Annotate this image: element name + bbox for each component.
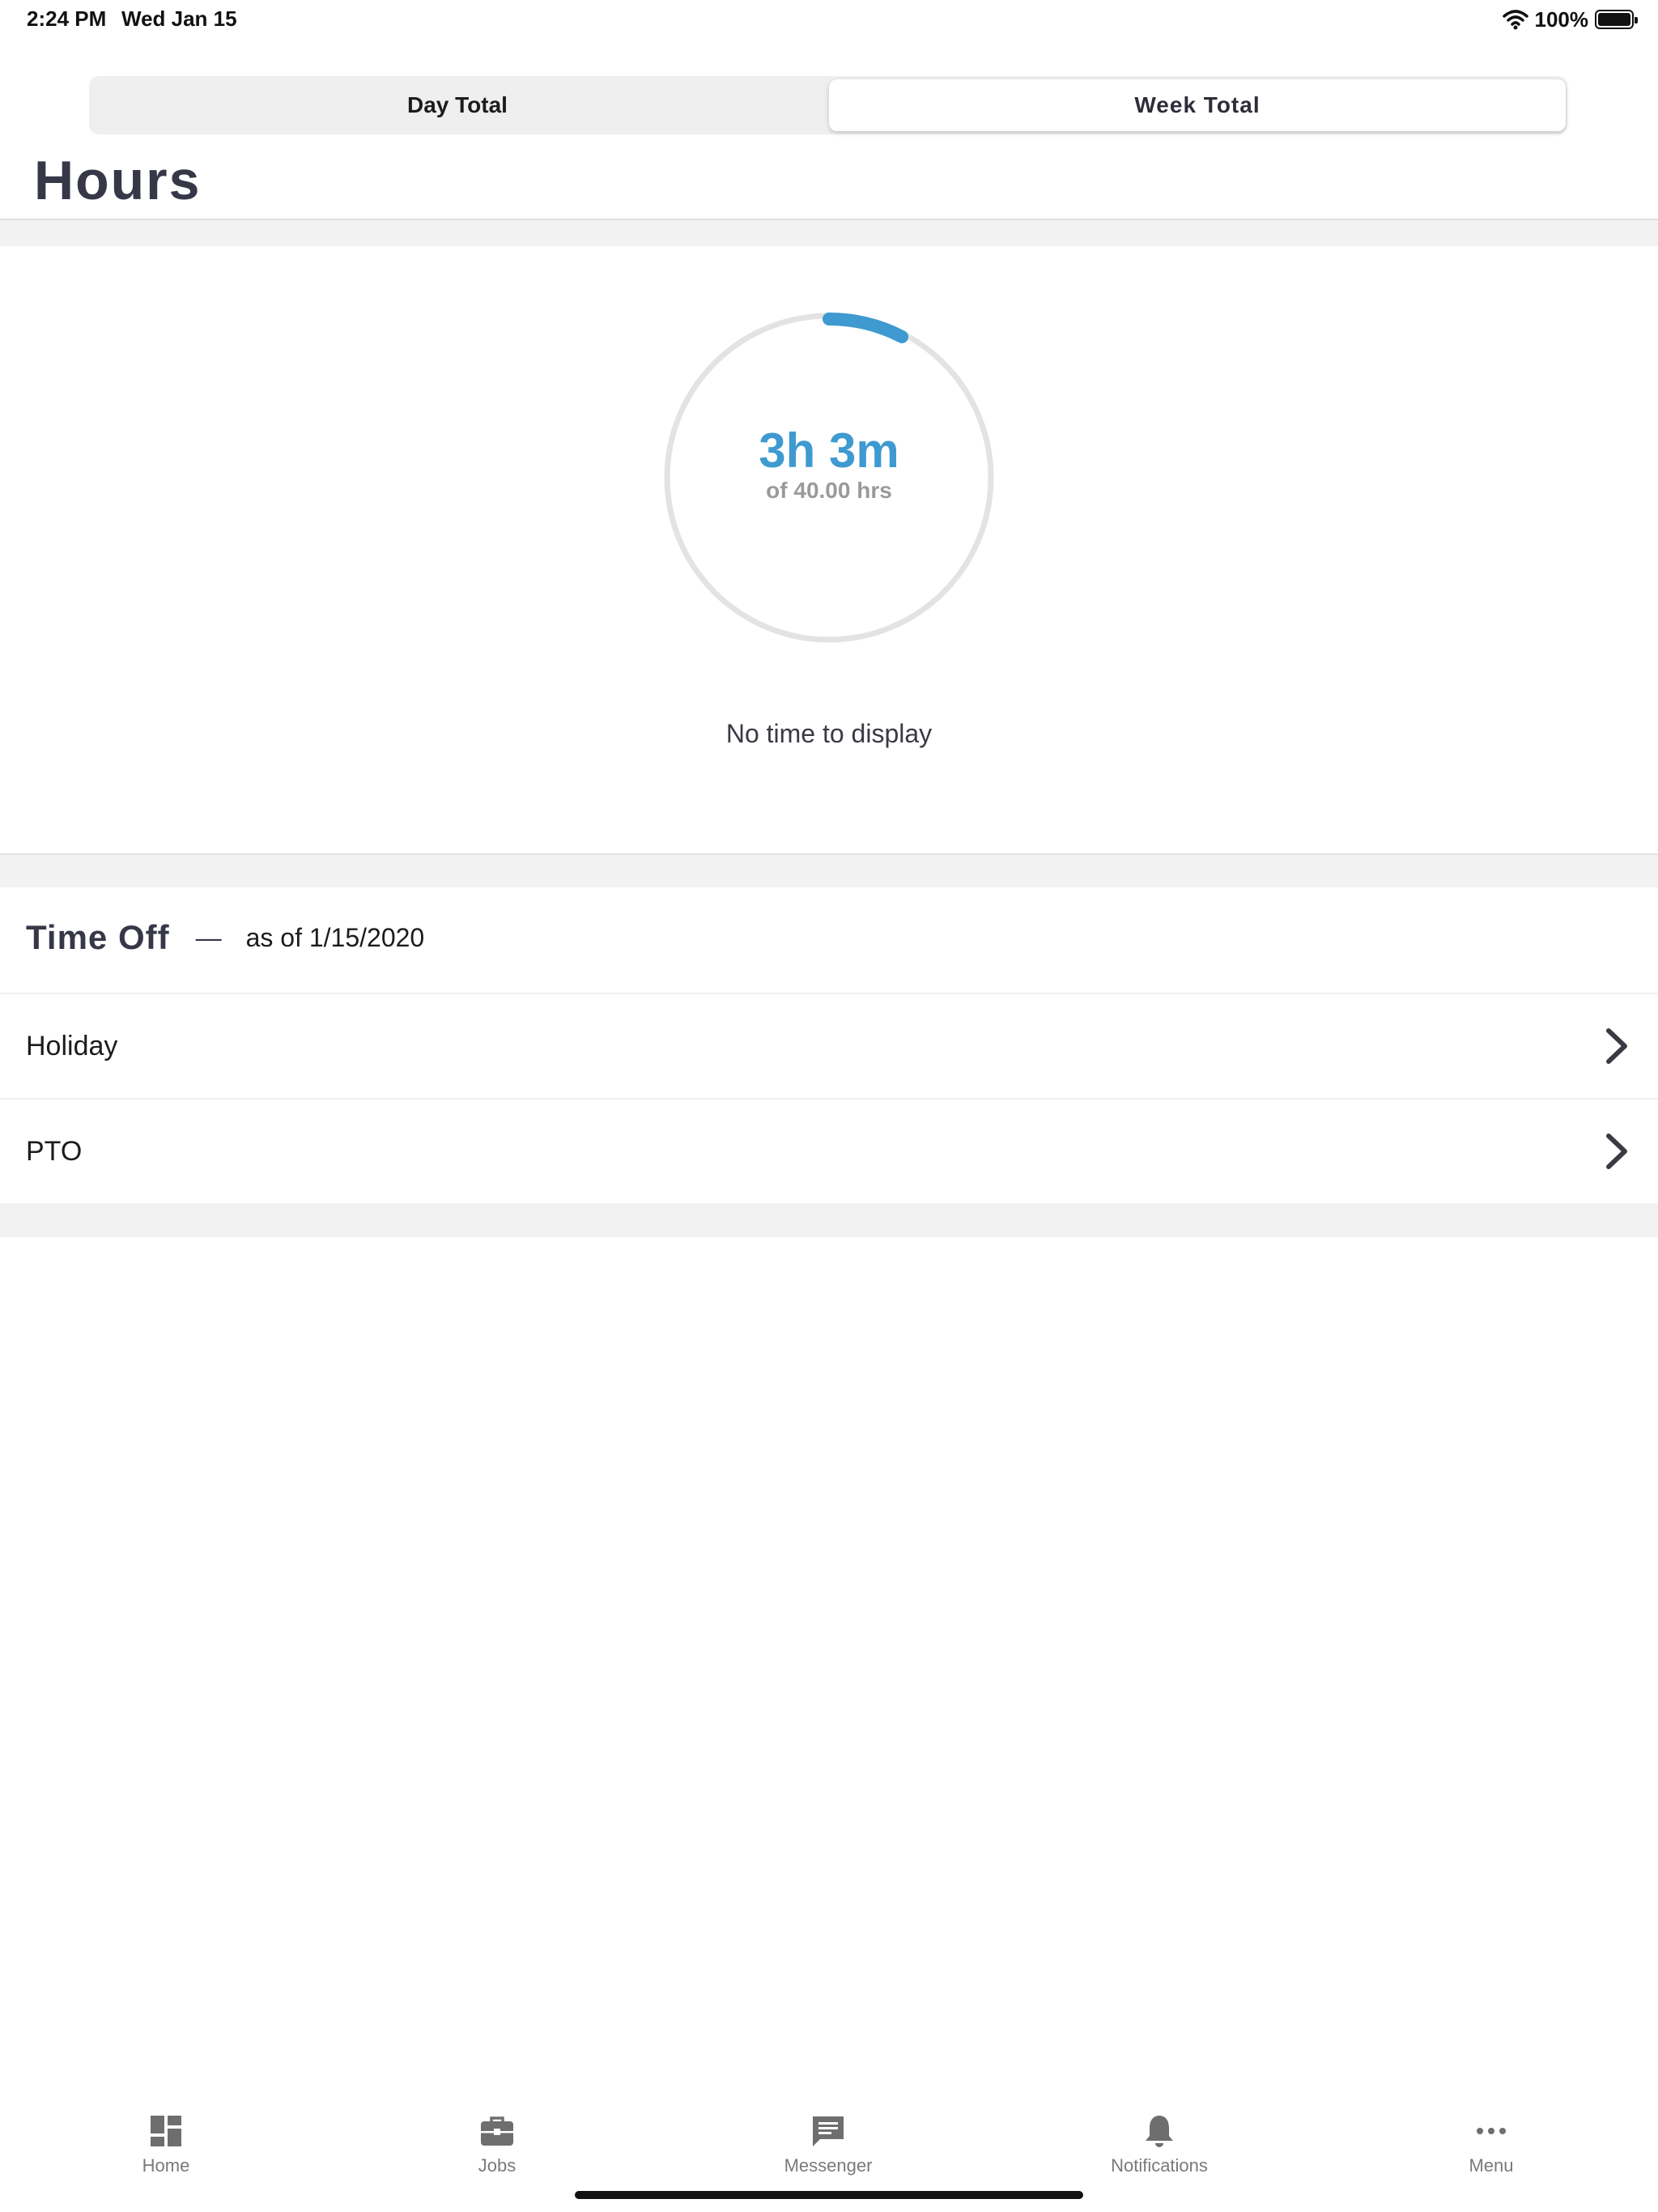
tab-label: Messenger — [784, 2155, 873, 2176]
chat-icon — [813, 2116, 844, 2146]
time-off-row-holiday[interactable]: Holiday — [0, 993, 1658, 1096]
tab-notifications[interactable]: Notifications — [1038, 2097, 1281, 2178]
section-divider — [0, 1203, 1658, 1237]
home-indicator — [575, 2191, 1083, 2199]
time-off-row-label: Holiday — [26, 1030, 118, 1061]
total-segmented-control: Day Total Week Total — [89, 76, 1567, 134]
time-off-row-pto[interactable]: PTO — [0, 1098, 1658, 1202]
tab-messenger[interactable]: Messenger — [707, 2097, 950, 2178]
time-off-row-label: PTO — [26, 1135, 83, 1167]
day-total-tab[interactable]: Day Total — [89, 76, 826, 134]
tab-jobs[interactable]: Jobs — [376, 2097, 619, 2178]
tab-menu[interactable]: Menu — [1370, 2097, 1613, 2178]
bell-icon — [1146, 2116, 1173, 2147]
home-icon — [151, 2116, 181, 2146]
empty-state-message: No time to display — [725, 719, 933, 748]
section-divider — [0, 853, 1658, 887]
time-off-as-of-date: as of 1/15/2020 — [245, 922, 425, 952]
ring-progress-arc — [823, 313, 909, 343]
bottom-tab-bar: Home Jobs Messenger Notifications Menu — [0, 2097, 1658, 2178]
time-off-title: Time Off — [26, 918, 170, 956]
battery-cap — [1635, 17, 1638, 23]
wifi-icon — [1502, 10, 1528, 30]
time-off-dash: — — [195, 922, 222, 952]
tab-label: Menu — [1469, 2155, 1514, 2176]
time-off-header: Time Off — as of 1/15/2020 — [26, 913, 424, 962]
battery-icon — [1595, 10, 1638, 29]
chevron-right-icon — [1606, 1028, 1627, 1064]
hours-worked-value: 3h 3m — [759, 423, 899, 478]
more-icon — [1477, 2128, 1506, 2134]
briefcase-icon — [481, 2116, 513, 2146]
hours-goal-label: of 40.00 hrs — [766, 478, 892, 503]
tab-label: Notifications — [1111, 2155, 1208, 2176]
chevron-right-icon — [1606, 1134, 1627, 1169]
tab-label: Jobs — [478, 2155, 517, 2176]
status-date: Wed Jan 15 — [121, 6, 237, 31]
status-indicators: 100% — [1502, 5, 1638, 34]
page-title: Hours — [34, 150, 202, 211]
status-time: 2:24 PM — [27, 6, 107, 31]
week-total-tab[interactable]: Week Total — [829, 79, 1566, 131]
tab-home[interactable]: Home — [45, 2097, 287, 2178]
battery-percentage: 100% — [1534, 6, 1589, 32]
tab-label: Home — [142, 2155, 190, 2176]
battery-level — [1598, 13, 1630, 26]
section-divider — [0, 219, 1658, 246]
status-bar: 2:24 PM Wed Jan 15 100% — [0, 0, 1658, 39]
